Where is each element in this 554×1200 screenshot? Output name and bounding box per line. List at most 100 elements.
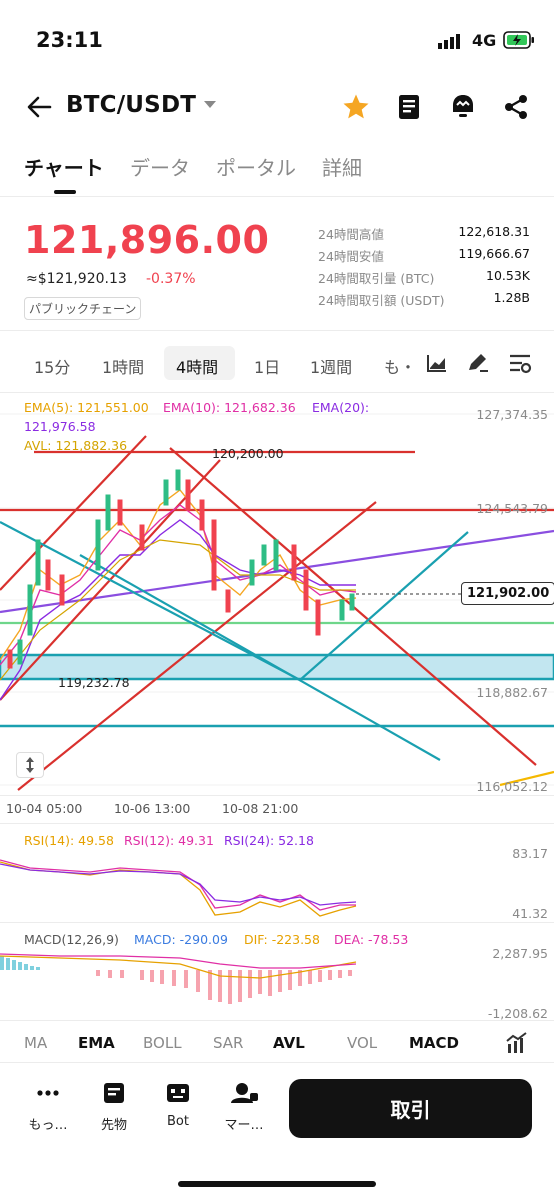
indicator-settings-icon[interactable] <box>508 352 532 374</box>
indicator-macd[interactable]: MACD <box>409 1034 459 1052</box>
chart-high-marker: 120,200.00 <box>212 446 284 461</box>
nav-market-label: マー… <box>224 1118 264 1133</box>
y-axis-label-1: 127,374.35 <box>476 407 548 422</box>
star-icon[interactable] <box>342 93 370 120</box>
ema20-legend-value: 121,976.58 <box>24 419 96 434</box>
current-price-tag: 121,902.00 <box>461 582 554 605</box>
price-divider <box>0 330 554 331</box>
nav-more-label: もっ… <box>28 1118 68 1133</box>
stat-label-24h-low: 24時間安値 <box>318 249 384 264</box>
indicator-avl[interactable]: AVL <box>273 1034 305 1052</box>
tab-chart[interactable]: チャート <box>24 152 104 181</box>
macd-axis-top: 2,287.95 <box>492 946 548 961</box>
trend-lines[interactable] <box>0 435 554 791</box>
x-axis-label-1: 10-04 05:00 <box>6 801 83 816</box>
nav-futures-label: 先物 <box>100 1118 127 1133</box>
macd-title: MACD(12,26,9) <box>24 932 119 947</box>
home-indicator <box>178 1181 376 1187</box>
macd-histogram <box>0 953 357 1004</box>
timeframe-divider <box>0 392 554 393</box>
tab-portal[interactable]: ポータル <box>216 152 296 181</box>
stat-value-24h-low: 119,666.67 <box>458 246 530 261</box>
stat-value-24h-turnover: 1.28B <box>493 290 530 305</box>
dea-value: DEA: -78.53 <box>334 932 409 947</box>
indicator-vol[interactable]: VOL <box>347 1034 377 1052</box>
chart-type-icon[interactable] <box>426 353 448 373</box>
pair-title[interactable]: BTC/USDT <box>66 92 196 118</box>
nav-bot[interactable]: Bot <box>150 1082 206 1129</box>
futures-icon <box>104 1083 124 1103</box>
macd-divider <box>0 922 554 923</box>
share-icon[interactable] <box>503 94 529 120</box>
market-user-icon <box>231 1083 258 1103</box>
stat-label-24h-volume: 24時間取引量 (BTC) <box>318 271 435 286</box>
chart-resize-button[interactable] <box>16 752 44 778</box>
macd-value: MACD: -290.09 <box>134 932 228 947</box>
rsi-divider <box>0 823 554 824</box>
approx-usd-price: ≈$121,920.13 <box>26 271 127 287</box>
nav-more[interactable]: もっ… <box>20 1082 76 1133</box>
nav-bot-label: Bot <box>167 1114 189 1129</box>
bot-icon <box>167 1084 189 1102</box>
timeframe-15m[interactable]: 15分 <box>34 354 70 378</box>
ema20-legend-label: EMA(20): <box>312 400 370 415</box>
rsi-lines <box>0 859 357 917</box>
indicator-ma[interactable]: MA <box>24 1034 47 1052</box>
expand-vertical-icon <box>26 757 34 773</box>
indicator-sar[interactable]: SAR <box>213 1034 243 1052</box>
price-change-percent: -0.37% <box>146 271 196 287</box>
ema5-legend: EMA(5): 121,551.00 <box>24 400 149 415</box>
y-axis-label-4: 116,052.12 <box>476 779 548 794</box>
rsi-axis-top: 83.17 <box>512 846 548 861</box>
stat-value-24h-volume: 10.53K <box>486 268 530 283</box>
timeframe-more[interactable]: も・ <box>384 354 416 378</box>
x-axis-label-2: 10-06 13:00 <box>114 801 191 816</box>
indicator-boll[interactable]: BOLL <box>143 1034 182 1052</box>
stat-label-24h-turnover: 24時間取引額 (USDT) <box>318 293 445 308</box>
rsi-axis-bottom: 41.32 <box>512 906 548 921</box>
indicator-divider <box>0 1020 554 1021</box>
stat-value-24h-high: 122,618.31 <box>458 224 530 239</box>
candlesticks <box>7 469 355 669</box>
public-chain-badge[interactable]: パブリックチェーン <box>24 297 142 320</box>
indicator-ema[interactable]: EMA <box>78 1034 115 1052</box>
ema5-line <box>0 489 357 661</box>
rsi12-legend: RSI(12): 49.31 <box>124 833 214 848</box>
x-axis-divider <box>0 795 554 796</box>
tab-data[interactable]: データ <box>130 152 190 181</box>
nav-divider <box>0 1062 554 1063</box>
timeframe-1h[interactable]: 1時間 <box>102 354 144 378</box>
battery-icon <box>503 31 534 49</box>
chart-low-marker: 119,232.78 <box>58 675 130 690</box>
rsi14-legend: RSI(14): 49.58 <box>24 833 114 848</box>
timeframe-4h[interactable]: 4時間 <box>176 354 218 378</box>
indicator-chart-icon[interactable] <box>506 1032 528 1054</box>
book-icon[interactable] <box>397 94 421 120</box>
ema10-legend: EMA(10): 121,682.36 <box>163 400 296 415</box>
timeframe-1d[interactable]: 1日 <box>254 354 280 378</box>
stat-label-24h-high: 24時間高値 <box>318 227 384 242</box>
tab-details[interactable]: 詳細 <box>322 152 362 181</box>
price-chart[interactable] <box>0 394 554 1022</box>
timeframe-1w[interactable]: 1週間 <box>310 354 352 378</box>
dropdown-caret-icon[interactable] <box>204 101 216 109</box>
network-type: 4G <box>472 31 497 50</box>
macd-axis-bottom: -1,208.62 <box>487 1006 548 1021</box>
more-dots-icon <box>37 1090 59 1096</box>
trade-button[interactable]: 取引 <box>289 1079 532 1138</box>
active-tab-indicator <box>54 190 76 194</box>
x-axis-label-3: 10-08 21:00 <box>222 801 299 816</box>
alert-icon[interactable] <box>450 93 476 120</box>
last-price: 121,896.00 <box>24 218 270 262</box>
nav-market[interactable]: マー… <box>216 1082 272 1133</box>
tabs-divider <box>0 196 554 197</box>
avl-legend: AVL: 121,882.36 <box>24 438 128 453</box>
rsi24-legend: RSI(24): 52.18 <box>224 833 314 848</box>
back-arrow-icon[interactable] <box>26 95 52 119</box>
y-axis-label-2: 124,543.79 <box>476 501 548 516</box>
draw-tool-icon[interactable] <box>466 351 490 373</box>
signal-icon <box>438 34 460 49</box>
nav-futures[interactable]: 先物 <box>86 1082 142 1133</box>
dif-value: DIF: -223.58 <box>244 932 320 947</box>
y-axis-label-3: 118,882.67 <box>476 685 548 700</box>
